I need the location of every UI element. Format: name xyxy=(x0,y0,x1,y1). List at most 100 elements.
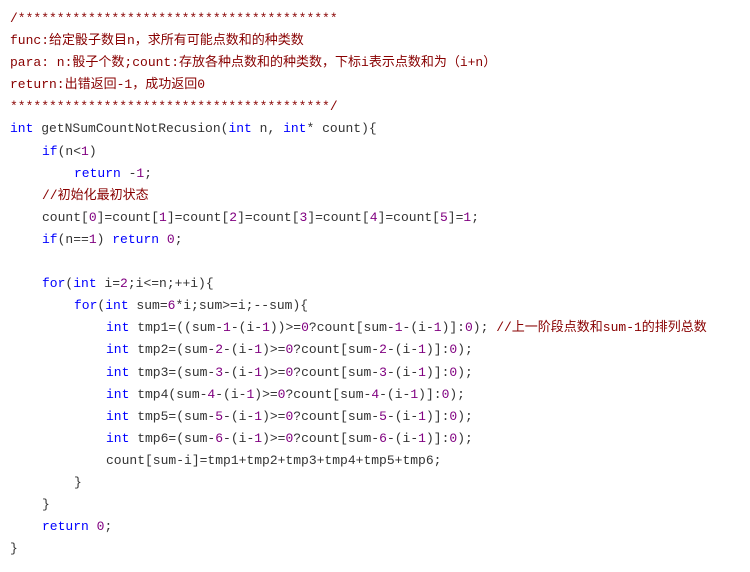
expr xyxy=(159,232,167,247)
expr: ?count[sum- xyxy=(293,431,379,446)
expr: (n== xyxy=(58,232,89,247)
if-statement: if(n==1) return 0; xyxy=(10,229,740,251)
number: 1 xyxy=(262,320,270,335)
punc: ; xyxy=(471,210,479,225)
number: 1 xyxy=(418,342,426,357)
decl-statement: int tmp3=(sum-3-(i-1)>=0?count[sum-3-(i-… xyxy=(10,362,740,384)
expr: ]=count[ xyxy=(97,210,159,225)
expr: ]= xyxy=(448,210,464,225)
number: 5 xyxy=(215,409,223,424)
type-keyword: int xyxy=(106,342,129,357)
punc: } xyxy=(74,475,82,490)
number: 3 xyxy=(215,365,223,380)
expr xyxy=(89,519,97,534)
type-keyword: int xyxy=(106,365,129,380)
expr: )]: xyxy=(426,431,449,446)
number: 6 xyxy=(379,431,387,446)
expr: -(i- xyxy=(387,342,418,357)
for-statement: for(int i=2;i<=n;++i){ xyxy=(10,273,740,295)
number: 0 xyxy=(301,320,309,335)
type-keyword: int xyxy=(106,320,129,335)
expr: -(i- xyxy=(387,431,418,446)
punc: ; xyxy=(144,166,152,181)
expr: ?count[sum- xyxy=(293,409,379,424)
expr: -(i- xyxy=(215,387,246,402)
expr: )]: xyxy=(426,342,449,357)
brace-close: } xyxy=(10,472,740,494)
number: 0 xyxy=(89,210,97,225)
number: 0 xyxy=(167,232,175,247)
expr: -(i- xyxy=(387,409,418,424)
expr: tmp1=((sum- xyxy=(129,320,223,335)
type-keyword: int xyxy=(106,387,129,402)
comment-line: /***************************************… xyxy=(10,11,338,26)
expr: ) xyxy=(97,232,113,247)
expr: ?count[sum- xyxy=(285,387,371,402)
number: 1 xyxy=(89,232,97,247)
type-keyword: int xyxy=(228,121,251,136)
number: 4 xyxy=(371,387,379,402)
function-signature: int getNSumCountNotRecusion(int n, int* … xyxy=(10,118,740,140)
number: 1 xyxy=(254,365,262,380)
decl-statement: int tmp5=(sum-5-(i-1)>=0?count[sum-5-(i-… xyxy=(10,406,740,428)
expr: ); xyxy=(449,387,465,402)
number: 2 xyxy=(229,210,237,225)
expr: ;i<=n;++i){ xyxy=(128,276,214,291)
expr: )]: xyxy=(418,387,441,402)
assign-statement: count[sum-i]=tmp1+tmp2+tmp3+tmp4+tmp5+tm… xyxy=(10,450,740,472)
expr: -(i- xyxy=(223,409,254,424)
decl-statement: int tmp1=((sum-1-(i-1))>=0?count[sum-1-(… xyxy=(10,317,740,339)
expr: ?count[sum- xyxy=(309,320,395,335)
number: 6 xyxy=(215,431,223,446)
expr: ]=count[ xyxy=(237,210,299,225)
expr: ); xyxy=(457,342,473,357)
number: 5 xyxy=(440,210,448,225)
expr: )>= xyxy=(262,342,285,357)
expr: ?count[sum- xyxy=(293,365,379,380)
type-keyword: int xyxy=(106,409,129,424)
expr: -(i- xyxy=(231,320,262,335)
number: 1 xyxy=(254,342,262,357)
number: 2 xyxy=(120,276,128,291)
decl-statement: int tmp4(sum-4-(i-1)>=0?count[sum-4-(i-1… xyxy=(10,384,740,406)
expr: -(i- xyxy=(223,342,254,357)
punc: } xyxy=(10,541,18,556)
expr: ); xyxy=(457,365,473,380)
expr: ); xyxy=(457,431,473,446)
expr: )>= xyxy=(262,409,285,424)
func-name: getNSumCountNotRecusion( xyxy=(33,121,228,136)
keyword: for xyxy=(42,276,65,291)
number: 1 xyxy=(410,387,418,402)
decl-statement: int tmp2=(sum-2-(i-1)>=0?count[sum-2-(i-… xyxy=(10,339,740,361)
comment-line: return:出错返回-1，成功返回0 xyxy=(10,77,205,92)
number: 1 xyxy=(418,409,426,424)
number: 4 xyxy=(370,210,378,225)
type-keyword: int xyxy=(73,276,96,291)
comment-line: //初始化最初状态 xyxy=(42,188,149,203)
punc: } xyxy=(42,497,50,512)
expr: ]=count[ xyxy=(167,210,229,225)
number: 1 xyxy=(81,144,89,159)
expr: -(i- xyxy=(387,365,418,380)
type-keyword: int xyxy=(105,298,128,313)
return-statement: return -1; xyxy=(10,163,740,185)
expr: ); xyxy=(457,409,473,424)
expr: sum= xyxy=(129,298,168,313)
number: 2 xyxy=(215,342,223,357)
number: 1 xyxy=(418,365,426,380)
number: 3 xyxy=(379,365,387,380)
keyword: for xyxy=(74,298,97,313)
expr: tmp5=(sum- xyxy=(129,409,215,424)
for-statement: for(int sum=6*i;sum>=i;--sum){ xyxy=(10,295,740,317)
param: n, xyxy=(252,121,283,136)
brace-close: } xyxy=(10,494,740,516)
keyword: return xyxy=(112,232,159,247)
expr: -(i- xyxy=(223,431,254,446)
number: 2 xyxy=(379,342,387,357)
expr: i= xyxy=(97,276,120,291)
expr: ]=count[ xyxy=(378,210,440,225)
number: 0 xyxy=(465,320,473,335)
decl-statement: int tmp6=(sum-6-(i-1)>=0?count[sum-6-(i-… xyxy=(10,428,740,450)
keyword: return xyxy=(42,519,89,534)
expr: -(i- xyxy=(223,365,254,380)
